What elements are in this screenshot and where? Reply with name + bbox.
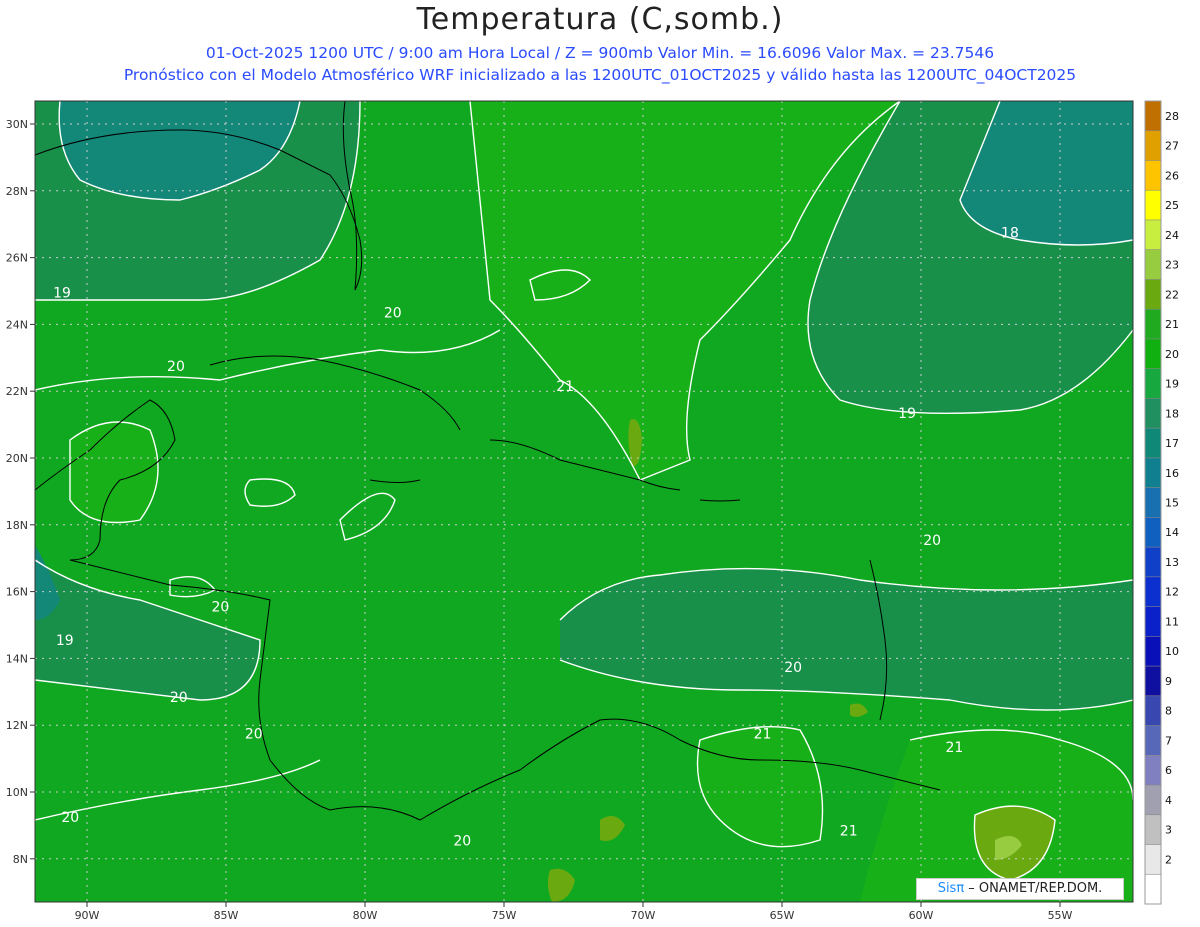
contour-label-2: 20	[167, 359, 185, 375]
colorbar-label-15: 15	[1165, 497, 1179, 510]
contour-label-11: 20	[245, 727, 263, 743]
temperature-map: 192020211819202019202020 2121212020 30N28…	[6, 100, 1179, 922]
contour-label-10: 20	[170, 690, 188, 706]
colorbar-label-24: 24	[1165, 229, 1179, 242]
credit-text: – ONAMET/REP.DOM.	[964, 881, 1103, 896]
lat-label-26N: 26N	[6, 252, 28, 265]
colorbar-swatch-2	[1145, 160, 1161, 191]
lon-label-75W: 75W	[492, 909, 517, 922]
lat-label-30N: 30N	[6, 118, 28, 131]
contour-label-6: 20	[923, 533, 941, 549]
colorbar-swatch-10	[1145, 398, 1161, 429]
colorbar-label-16: 16	[1165, 467, 1179, 480]
colorbar-swatch-13	[1145, 487, 1161, 518]
contour-label-7: 20	[212, 600, 230, 616]
colorbar-label-28: 28	[1165, 110, 1179, 123]
contour-label-12: 21	[754, 727, 772, 743]
colorbar-label-20: 20	[1165, 348, 1179, 361]
colorbar-label-26: 26	[1165, 169, 1179, 182]
colorbar-swatch-5	[1145, 249, 1161, 280]
region-21c-west	[70, 422, 158, 523]
colorbar-label-7: 7	[1165, 734, 1172, 747]
contour-label-13: 21	[945, 740, 963, 756]
lat-label-12N: 12N	[6, 719, 28, 732]
lat-label-28N: 28N	[6, 185, 28, 198]
colorbar-swatch-8	[1145, 338, 1161, 370]
lat-label-10N: 10N	[6, 786, 28, 799]
lat-label-24N: 24N	[6, 318, 28, 331]
colorbar-swatch-0	[1145, 101, 1161, 132]
contour-label-8: 19	[56, 633, 74, 649]
colorbar-swatch-15	[1145, 547, 1161, 578]
contour-label-15: 20	[61, 810, 79, 826]
colorbar-swatch-20	[1145, 695, 1161, 727]
colorbar-swatch-14	[1145, 517, 1161, 548]
lon-label-60W: 60W	[909, 909, 934, 922]
colorbar-label-27: 27	[1165, 140, 1179, 153]
colorbar-label-17: 17	[1165, 437, 1179, 450]
latitude-labels: 30N 28N 26N 24N 22N 20N 18N 16N 14N 12N 10N 8N	[6, 118, 35, 866]
colorbar-label-13: 13	[1165, 556, 1179, 569]
colorbar-swatch-22	[1145, 755, 1161, 786]
lat-label-20N: 20N	[6, 452, 28, 465]
contour-label-16: 20	[453, 833, 471, 849]
lat-label-8N: 8N	[13, 853, 28, 866]
colorbar-label-4: 4	[1165, 794, 1172, 807]
colorbar-swatch-21	[1145, 725, 1161, 756]
longitude-labels: 90W 85W 80W 75W 70W 65W 60W 55W	[75, 902, 1073, 922]
lat-label-14N: 14N	[6, 652, 28, 665]
colorbar-label-12: 12	[1165, 586, 1179, 599]
colorbar-swatch-18	[1145, 636, 1161, 667]
colorbar-swatch-16	[1145, 576, 1161, 608]
contour-label-3: 21	[556, 379, 574, 395]
lon-label-65W: 65W	[770, 909, 795, 922]
lat-label-22N: 22N	[6, 385, 28, 398]
colorbar-swatch-23	[1145, 785, 1161, 816]
lon-label-90W: 90W	[75, 909, 100, 922]
colorbar-swatch-26	[1145, 874, 1161, 905]
colorbar-label-14: 14	[1165, 526, 1179, 539]
colorbar-label-11: 11	[1165, 615, 1179, 628]
colorbar-swatch-6	[1145, 279, 1161, 310]
contour-label-0: 19	[53, 286, 71, 302]
lon-label-85W: 85W	[214, 909, 239, 922]
colorbar-swatch-7	[1145, 309, 1161, 340]
colorbar-swatch-19	[1145, 666, 1161, 697]
colorbar-swatch-4	[1145, 219, 1161, 251]
contour-label-9: 20	[784, 660, 802, 676]
lon-label-80W: 80W	[353, 909, 378, 922]
contour-label-14: 21	[840, 823, 858, 839]
lon-label-70W: 70W	[631, 909, 656, 922]
colorbar-label-9: 9	[1165, 675, 1172, 688]
credit-box: Sisπ – ONAMET/REP.DOM.	[916, 878, 1124, 900]
colorbar-label-22: 22	[1165, 288, 1179, 301]
colorbar-label-23: 23	[1165, 259, 1179, 272]
colorbar-label-2: 2	[1165, 853, 1172, 866]
credit-brand: Sisπ	[937, 881, 965, 896]
contour-label-5: 19	[898, 406, 916, 422]
colorbar-swatch-11	[1145, 428, 1161, 459]
colorbar-label-10: 10	[1165, 645, 1179, 658]
contour-label-1: 20	[384, 306, 402, 322]
colorbar-label-3: 3	[1165, 824, 1172, 837]
colorbar-label-6: 6	[1165, 764, 1172, 777]
colorbar-swatch-9	[1145, 368, 1161, 399]
colorbar-swatch-24	[1145, 814, 1161, 846]
map-plot-area: 19 20 20 21 18 19 20 20 19 20 20 20 21 21 21 20 20	[35, 101, 1133, 902]
colorbar-label-8: 8	[1165, 705, 1172, 718]
lon-label-55W: 55W	[1048, 909, 1073, 922]
colorbar-swatch-3	[1145, 190, 1161, 221]
colorbar-swatch-17	[1145, 606, 1161, 637]
colorbar-label-21: 21	[1165, 318, 1179, 331]
colorbar-swatch-25	[1145, 844, 1161, 875]
colorbar-label-19: 19	[1165, 378, 1179, 391]
lat-label-18N: 18N	[6, 519, 28, 532]
colorbar-label-18: 18	[1165, 407, 1179, 420]
colorbar-swatch-12	[1145, 457, 1161, 489]
contour-label-4: 18	[1001, 226, 1019, 242]
lat-label-16N: 16N	[6, 586, 28, 599]
colorbar-swatch-1	[1145, 130, 1161, 161]
temperature-colorbar: 2827262524232221201918171615141312111098…	[1144, 100, 1179, 905]
colorbar-label-25: 25	[1165, 199, 1179, 212]
